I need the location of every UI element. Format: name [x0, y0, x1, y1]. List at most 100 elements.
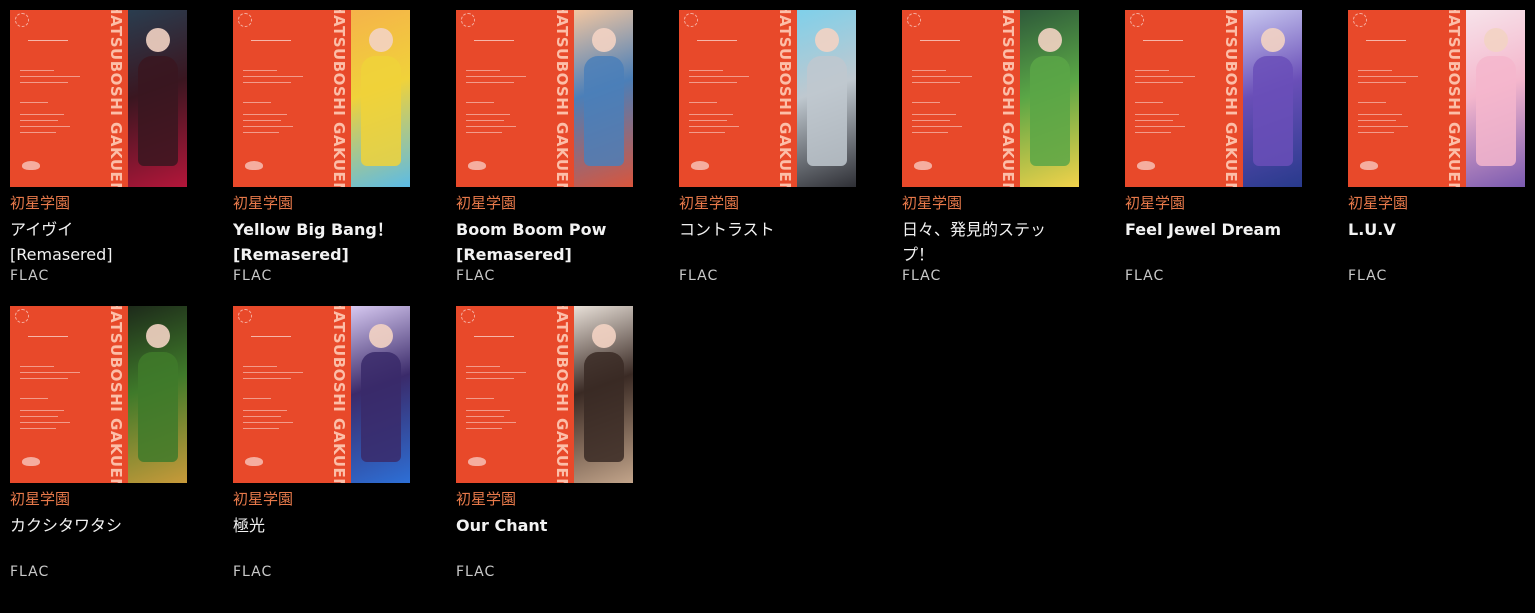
album-card[interactable]: HATSUBOSHI GAKUEN 初星学園 極光 FLAC	[233, 306, 410, 594]
album-format: FLAC	[1125, 268, 1165, 284]
album-format: FLAC	[10, 564, 50, 580]
sun-emblem-icon	[461, 13, 475, 27]
album-title[interactable]: 極光	[233, 513, 410, 563]
cover-text-line	[466, 102, 494, 103]
cover-panel	[902, 10, 996, 187]
album-card[interactable]: HATSUBOSHI GAKUEN 初星学園 Yellow Big Bang！[…	[233, 10, 410, 298]
album-title[interactable]: カクシタワタシ	[10, 513, 187, 563]
album-artist[interactable]: 初星学園	[902, 193, 1079, 213]
album-card[interactable]: HATSUBOSHI GAKUEN 初星学園 コントラスト FLAC	[679, 10, 856, 298]
cover-text-line	[689, 76, 749, 77]
cover-text-line	[20, 366, 54, 367]
album-artist[interactable]: 初星学園	[679, 193, 856, 213]
album-artist[interactable]: 初星学園	[10, 489, 187, 509]
album-card[interactable]: HATSUBOSHI GAKUEN 初星学園 Our Chant FLAC	[456, 306, 633, 594]
album-card[interactable]: HATSUBOSHI GAKUEN 初星学園 アイヴイ [Remasered] F…	[10, 10, 187, 298]
cover-text-line	[243, 126, 293, 127]
cover-title-text: HATSUBOSHI GAKUEN	[330, 10, 348, 187]
cover-vertical-title: HATSUBOSHI GAKUEN	[327, 306, 351, 483]
album-artist[interactable]: 初星学園	[1125, 193, 1302, 213]
cover-text-line	[466, 410, 510, 411]
character-head	[146, 28, 170, 52]
album-artist[interactable]: 初星学園	[233, 489, 410, 509]
cover-text-line	[912, 126, 962, 127]
cover-text-line	[912, 70, 946, 71]
album-artist[interactable]: 初星学園	[233, 193, 410, 213]
album-artist[interactable]: 初星学園	[456, 193, 633, 213]
cover-vertical-title: HATSUBOSHI GAKUEN	[104, 10, 128, 187]
character-body	[1476, 56, 1516, 166]
cover-text-line	[912, 132, 948, 133]
signature-line	[920, 40, 960, 41]
album-cover[interactable]: HATSUBOSHI GAKUEN	[1125, 10, 1302, 187]
sun-emblem-icon	[15, 13, 29, 27]
album-artist[interactable]: 初星学園	[456, 489, 633, 509]
album-cover[interactable]: HATSUBOSHI GAKUEN	[10, 10, 187, 187]
album-cover[interactable]: HATSUBOSHI GAKUEN	[233, 10, 410, 187]
album-title[interactable]: 日々、発見的ステッ プ！	[902, 217, 1079, 267]
cover-panel	[1348, 10, 1442, 187]
album-title[interactable]: Our Chant	[456, 513, 633, 563]
album-cover[interactable]: HATSUBOSHI GAKUEN	[456, 10, 633, 187]
album-artist[interactable]: 初星学園	[1348, 193, 1525, 213]
album-card[interactable]: HATSUBOSHI GAKUEN 初星学園 Feel Jewel Dream …	[1125, 10, 1302, 298]
cover-text-line	[1358, 82, 1406, 83]
album-cover[interactable]: HATSUBOSHI GAKUEN	[1348, 10, 1525, 187]
album-cover[interactable]: HATSUBOSHI GAKUEN	[10, 306, 187, 483]
cover-text-line	[243, 378, 291, 379]
cover-text-line	[466, 76, 526, 77]
character-body	[361, 352, 401, 462]
cover-text-line	[466, 378, 514, 379]
album-cover[interactable]: HATSUBOSHI GAKUEN	[902, 10, 1079, 187]
album-artist[interactable]: 初星学園	[10, 193, 187, 213]
cover-text-line	[243, 102, 271, 103]
character-head	[1261, 28, 1285, 52]
cover-text-line	[1135, 70, 1169, 71]
cover-title-text: HATSUBOSHI GAKUEN	[1222, 10, 1240, 187]
cover-text-line	[243, 70, 277, 71]
sun-emblem-icon	[461, 309, 475, 323]
cover-title-text: HATSUBOSHI GAKUEN	[330, 306, 348, 483]
cover-text-line	[1358, 70, 1392, 71]
album-card[interactable]: HATSUBOSHI GAKUEN 初星学園 L.U.V FLAC	[1348, 10, 1525, 298]
cover-text-line	[243, 428, 279, 429]
cover-title-text: HATSUBOSHI GAKUEN	[553, 306, 571, 483]
signature-line	[697, 40, 737, 41]
cover-text-line	[1135, 102, 1163, 103]
album-title[interactable]: Yellow Big Bang！ [Remasered]	[233, 217, 410, 267]
signature-line	[1366, 40, 1406, 41]
character-body	[584, 56, 624, 166]
album-title[interactable]: コントラスト	[679, 217, 856, 267]
mascot-logo-icon	[914, 161, 932, 170]
mascot-logo-icon	[22, 161, 40, 170]
character-head	[369, 324, 393, 348]
album-title[interactable]: Boom Boom Pow [Remasered]	[456, 217, 633, 267]
character-head	[369, 28, 393, 52]
cover-panel	[233, 10, 327, 187]
cover-text-line	[689, 102, 717, 103]
signature-line	[251, 40, 291, 41]
album-card[interactable]: HATSUBOSHI GAKUEN 初星学園 カクシタワタシ FLAC	[10, 306, 187, 594]
cover-vertical-title: HATSUBOSHI GAKUEN	[1219, 10, 1243, 187]
album-cover[interactable]: HATSUBOSHI GAKUEN	[679, 10, 856, 187]
cover-text-line	[20, 76, 80, 77]
cover-artwork	[1466, 10, 1525, 187]
cover-text-line	[20, 372, 80, 373]
album-title[interactable]: アイヴイ [Remasered]	[10, 217, 187, 267]
cover-text-line	[1358, 126, 1408, 127]
album-format: FLAC	[233, 564, 273, 580]
album-card[interactable]: HATSUBOSHI GAKUEN 初星学園 日々、発見的ステッ プ！ FLAC	[902, 10, 1079, 298]
cover-text-line	[466, 398, 494, 399]
cover-text-line	[466, 70, 500, 71]
album-cover[interactable]: HATSUBOSHI GAKUEN	[456, 306, 633, 483]
album-format: FLAC	[456, 564, 496, 580]
album-card[interactable]: HATSUBOSHI GAKUEN 初星学園 Boom Boom Pow [Rem…	[456, 10, 633, 298]
character-head	[146, 324, 170, 348]
cover-artwork	[1243, 10, 1302, 187]
cover-text-line	[243, 82, 291, 83]
album-title[interactable]: L.U.V	[1348, 217, 1525, 267]
album-cover[interactable]: HATSUBOSHI GAKUEN	[233, 306, 410, 483]
cover-text-line	[1358, 132, 1394, 133]
cover-text-line	[1358, 114, 1402, 115]
album-title[interactable]: Feel Jewel Dream	[1125, 217, 1302, 267]
